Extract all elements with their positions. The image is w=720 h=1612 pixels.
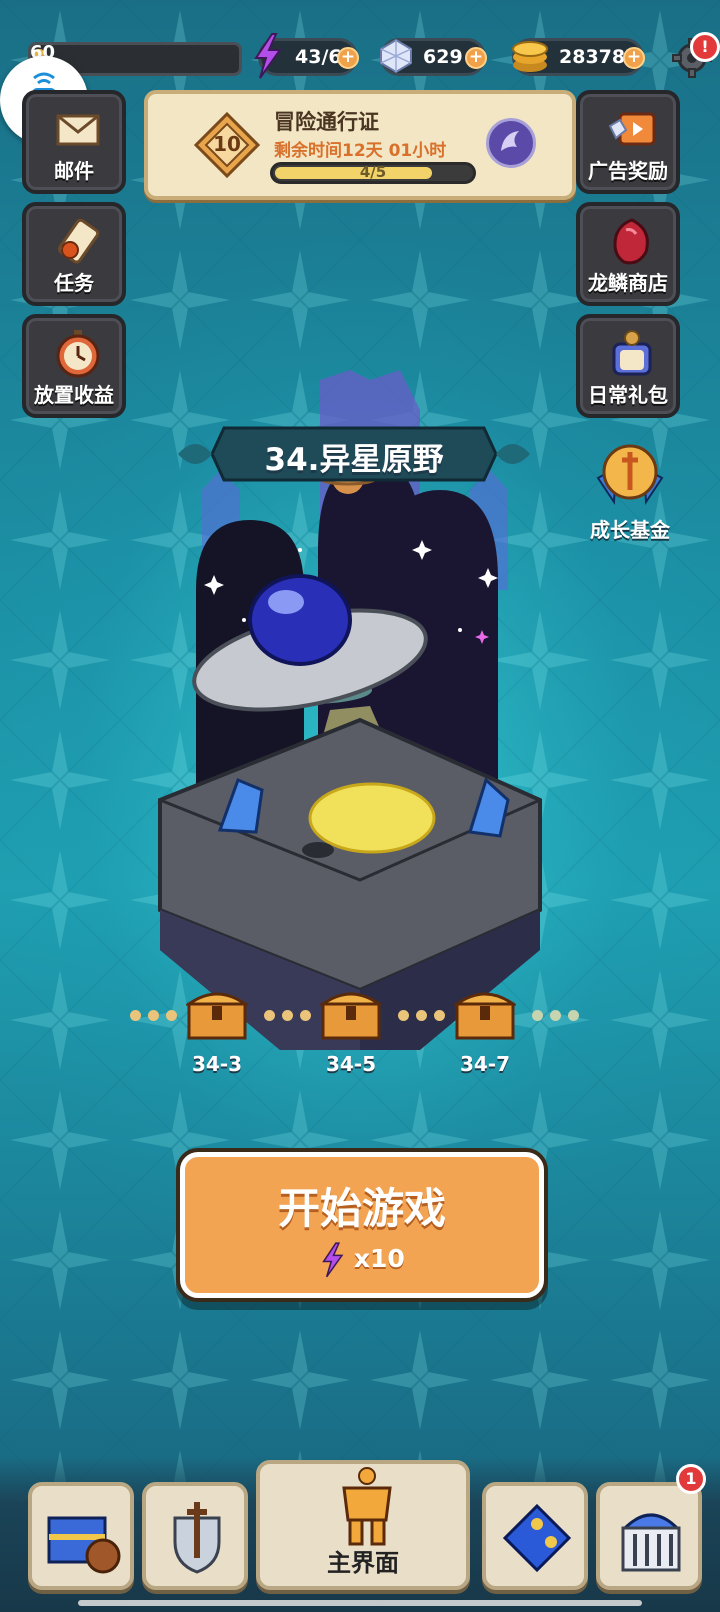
progress-dot (264, 1010, 275, 1021)
treasure-shop-icon (47, 1516, 121, 1574)
ad-rewards-button[interactable]: 广告奖励 (576, 90, 680, 194)
progress-dot (282, 1010, 293, 1021)
progress-dot (532, 1010, 543, 1021)
bottom-navigation: 主界面 1 (0, 1456, 720, 1612)
scroll-icon (57, 218, 100, 264)
top-bar: 60 43/60 + 629 + 283787 + ! (0, 32, 720, 80)
treasure-chest-icon[interactable] (454, 986, 516, 1042)
start-game-cost: x10 (185, 1241, 539, 1279)
progress-dot (130, 1010, 141, 1021)
nav-main-label: 主界面 (327, 1549, 399, 1577)
add-gems-icon[interactable]: + (465, 47, 487, 69)
ad-rewards-label: 广告奖励 (588, 159, 668, 183)
mail-button[interactable]: 邮件 (22, 90, 126, 194)
pass-reward-emblem-icon[interactable] (486, 118, 536, 168)
home-indicator[interactable] (78, 1600, 642, 1606)
progress-dot (166, 1010, 177, 1021)
dice-skills-icon (502, 1503, 572, 1573)
gem-value: 629 (423, 46, 463, 68)
progress-dot (416, 1010, 427, 1021)
mail-icon (56, 114, 100, 146)
add-energy-icon[interactable]: + (337, 47, 359, 69)
hall-alert-badge: 1 (676, 1464, 706, 1494)
treasure-chest-icon[interactable] (186, 986, 248, 1042)
progress-dot (148, 1010, 159, 1021)
add-coins-icon[interactable]: + (623, 47, 645, 69)
pass-progress-bar: 4/5 (270, 162, 476, 184)
lightning-icon (322, 1242, 344, 1278)
dragon-scale-shop-button[interactable]: 龙鳞商店 (576, 202, 680, 306)
stage-title: 34.异星原野 (264, 442, 444, 478)
sword-shield-icon (173, 1502, 221, 1574)
chest-label-3: 34-7 (459, 1052, 511, 1076)
stage-reward-chests: 34-3 34-5 34-7 (130, 986, 600, 1076)
nav-skills-button[interactable] (482, 1482, 588, 1590)
pass-time-left: 剩余时间12天 01小时 (274, 141, 447, 161)
nav-shop-button[interactable] (28, 1482, 134, 1590)
chest-label-1: 34-3 (191, 1052, 243, 1076)
progress-dot (434, 1010, 445, 1021)
start-game-label: 开始游戏 (277, 1184, 446, 1233)
dragon-scale-icon (613, 218, 649, 265)
temple-icon (621, 1513, 681, 1572)
progress-dot (300, 1010, 311, 1021)
progress-dot (568, 1010, 579, 1021)
tv-icon (608, 112, 656, 146)
quests-button[interactable]: 任务 (22, 202, 126, 306)
settings-alert-badge: ! (690, 32, 720, 62)
pass-progress-text: 4/5 (359, 163, 387, 181)
pass-title: 冒险通行证 (274, 110, 379, 134)
start-game-button[interactable]: 开始游戏 x10 (180, 1152, 544, 1298)
mail-label: 邮件 (54, 159, 94, 183)
dragon-emblem-icon (501, 131, 519, 151)
dragon-scale-shop-label: 龙鳞商店 (588, 271, 668, 295)
start-game-cost-value: x10 (353, 1244, 405, 1273)
nav-main-button[interactable]: 主界面 (256, 1460, 470, 1590)
nav-hall-button[interactable]: 1 (596, 1464, 706, 1590)
quests-label: 任务 (54, 271, 94, 295)
chest-label-2: 34-5 (325, 1052, 377, 1076)
treasure-chest-icon[interactable] (320, 986, 382, 1042)
pass-level: 10 (213, 132, 241, 156)
stage-title-banner: 34.异星原野 (178, 420, 530, 488)
lightning-icon (254, 33, 282, 79)
settings-button[interactable]: ! (672, 32, 720, 78)
adventure-pass-card[interactable]: 10 冒险通行证 剩余时间12天 01小时 4/5 (144, 90, 576, 200)
progress-dot (398, 1010, 409, 1021)
nav-equipment-button[interactable] (142, 1482, 248, 1590)
gem-icon (380, 38, 412, 74)
coin-icon (512, 41, 548, 72)
armor-icon (342, 1467, 392, 1546)
progress-dot (550, 1010, 561, 1021)
